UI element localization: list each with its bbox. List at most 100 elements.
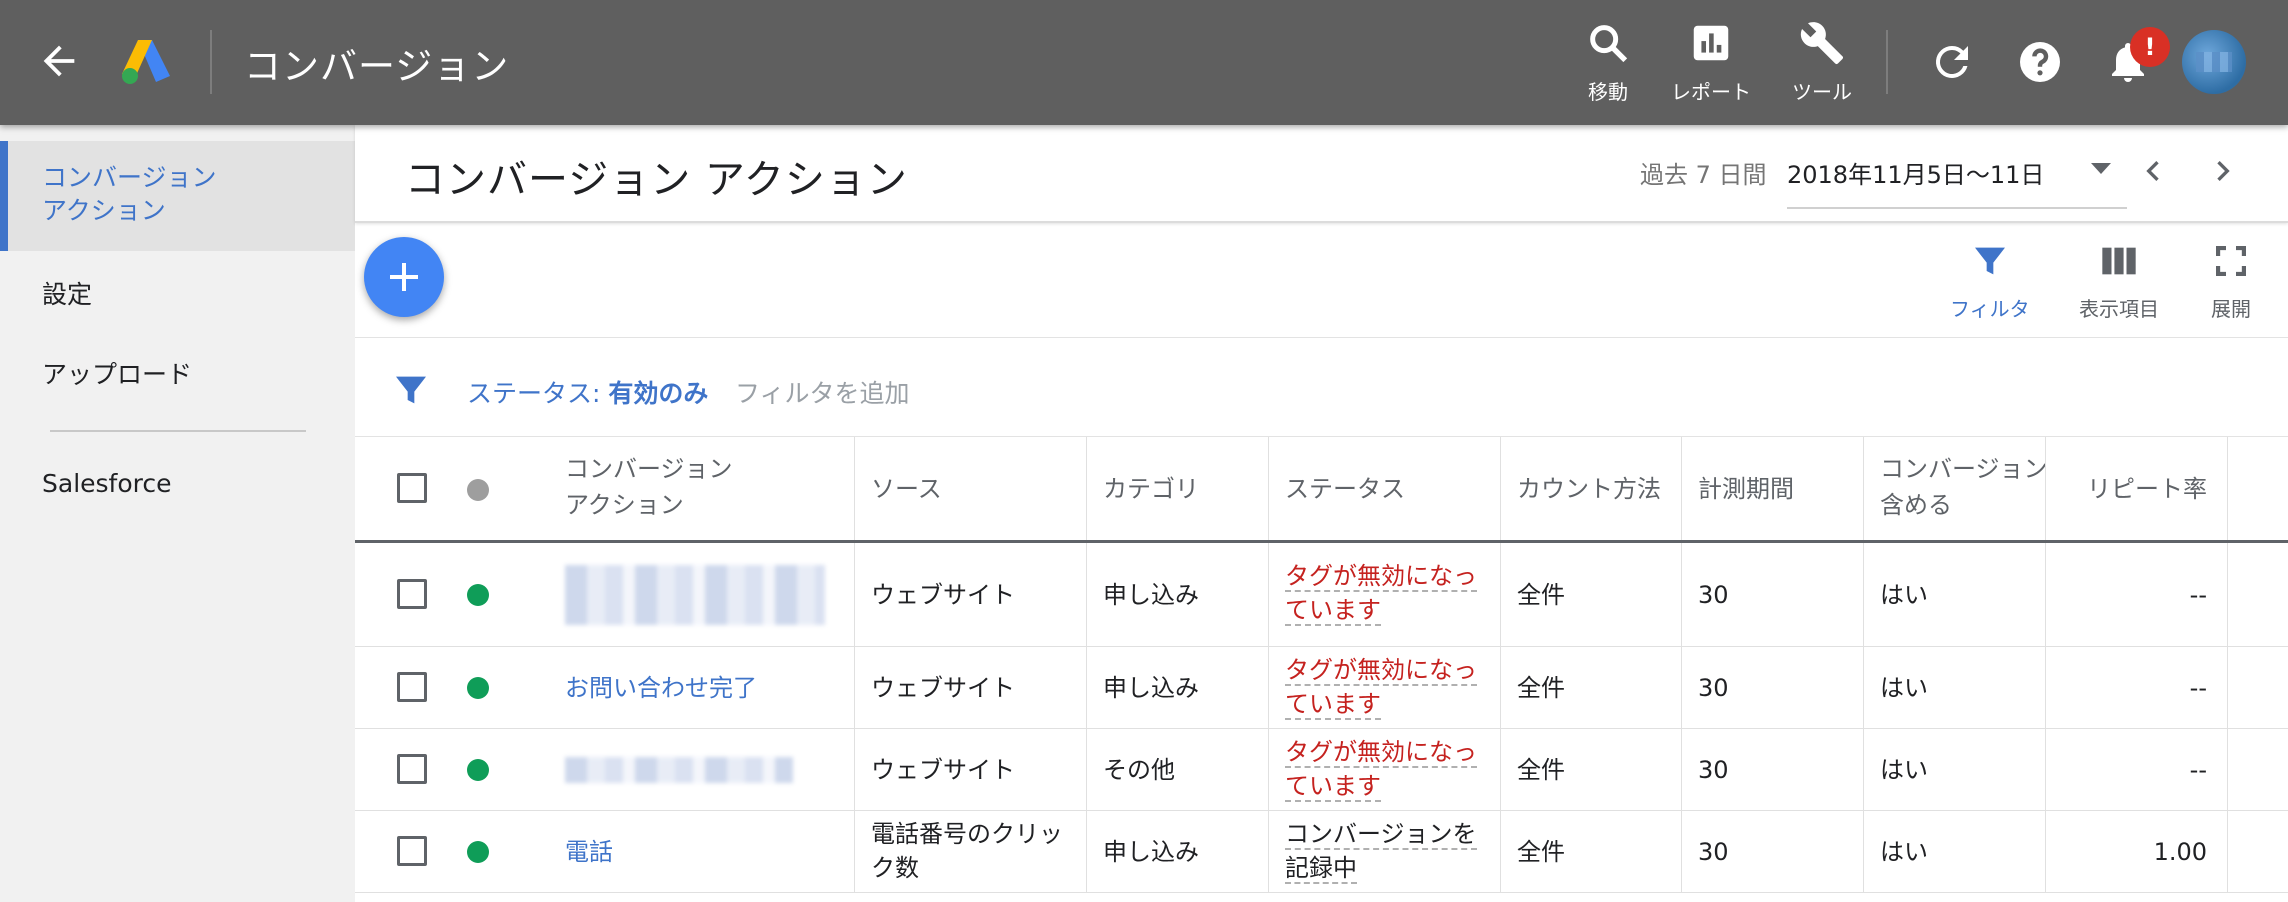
sidebar-item-label: Salesforce [42,469,172,498]
include-cell: はい [1864,543,2046,646]
report-button[interactable]: レポート [1651,20,1771,105]
fullscreen-icon [2216,246,2246,276]
table-row: ウェブサイト 申し込み タグが無効になっ ています 全件 30 はい -- [355,543,2288,647]
period-cell: 30 [1682,647,1864,728]
add-conversion-button[interactable] [364,237,444,317]
sidebar-item-conversion-actions[interactable]: コンバージョン アクション [0,141,355,251]
sidebar-item-settings[interactable]: 設定 [0,275,355,311]
appbar-divider [1886,30,1888,94]
help-icon[interactable] [2016,38,2064,86]
app-bar: コンバージョン 移動 レポート ツール ! [0,0,2288,125]
status-filter-prefix: ステータス: [467,379,601,408]
tools-label: ツール [1792,80,1852,104]
column-header-count[interactable]: カウント方法 [1501,437,1682,540]
page-title: コンバージョン アクション [405,157,908,203]
filter-label: フィルタ [1950,297,2030,321]
columns-label: 表示項目 [2079,297,2159,321]
column-header-period[interactable]: 計測期間 [1682,437,1864,540]
date-range-label: 過去 7 日間 [1640,161,1767,189]
redacted-text [565,564,825,625]
source-cell: ウェブサイト [855,729,1087,810]
sidebar-item-label: 設定 [42,280,93,309]
repeat-cell: 1.00 [2046,811,2228,892]
app-title: コンバージョン [244,45,510,88]
row-checkbox[interactable] [397,754,427,784]
count-cell: 全件 [1501,647,1682,728]
goto-label: 移動 [1588,80,1628,104]
status-cell[interactable]: コンバージョンを 記録中 [1269,811,1501,892]
sidebar-item-salesforce[interactable]: Salesforce [0,469,355,498]
conversion-action-link[interactable] [549,543,855,646]
filter-toolbar-button[interactable]: フィルタ [1950,241,2030,322]
column-header-repeat[interactable]: リピート率 [2046,437,2228,540]
filter-icon [1974,247,2005,275]
source-cell: ウェブサイト [855,543,1087,646]
include-cell: はい [1864,811,2046,892]
column-header-category[interactable]: カテゴリ [1087,437,1269,540]
page-header: コンバージョン アクション 過去 7 日間 2018年11月5日〜11日 [355,125,2288,223]
report-icon [1693,25,1729,61]
repeat-cell: -- [2046,647,2228,728]
expand-toolbar-button[interactable]: 展開 [2211,241,2251,322]
expand-label: 展開 [2211,297,2251,321]
column-header-source[interactable]: ソース [855,437,1087,540]
conversion-action-link[interactable]: お問い合わせ完了 [549,647,855,728]
chevron-down-icon[interactable] [2091,163,2111,174]
appbar-divider [210,30,212,94]
google-ads-logo-icon[interactable] [118,36,174,86]
table-row: ウェブサイト その他 タグが無効になっ ています 全件 30 はい -- [355,729,2288,811]
sidebar: コンバージョン アクション 設定 アップロード Salesforce [0,125,355,902]
report-label: レポート [1671,80,1751,104]
category-cell: その他 [1087,729,1269,810]
category-cell: 申し込み [1087,543,1269,646]
table-row: お問い合わせ完了 ウェブサイト 申し込み タグが無効になっ ています 全件 30… [355,647,2288,729]
conversion-action-link[interactable]: 電話 [549,811,855,892]
status-cell[interactable]: タグが無効になっ ています [1269,729,1501,810]
table-header: コンバージョン アクション ソース カテゴリ ステータス カウント方法 計測期間… [355,437,2288,543]
date-range-select[interactable]: 2018年11月5日〜11日 [1787,155,2044,190]
main-content: コンバージョン アクション 過去 7 日間 2018年11月5日〜11日 フィル… [355,125,2288,902]
select-all-checkbox[interactable] [397,473,427,503]
category-cell: 申し込み [1087,811,1269,892]
columns-icon [2102,247,2136,275]
chevron-right-icon[interactable] [2203,151,2243,191]
date-range-underline [1787,207,2127,209]
columns-toolbar-button[interactable]: 表示項目 [2079,241,2159,322]
tools-button[interactable]: ツール [1762,20,1882,105]
row-checkbox[interactable] [397,836,427,866]
filter-icon[interactable] [391,370,431,410]
include-cell: はい [1864,647,2046,728]
search-icon [1590,25,1628,63]
row-checkbox[interactable] [397,672,427,702]
period-cell: 30 [1682,543,1864,646]
table-row: 電話 電話番号のクリッ ク数 申し込み コンバージョンを 記録中 全件 30 は… [355,811,2288,893]
status-cell[interactable]: タグが無効になっ ています [1269,543,1501,646]
back-arrow-icon[interactable] [36,38,82,84]
add-filter-link[interactable]: フィルタを追加 [735,374,910,410]
redacted-text [565,756,793,783]
count-cell: 全件 [1501,811,1682,892]
goto-button[interactable]: 移動 [1548,20,1668,105]
sidebar-item-label: アクション [42,196,166,225]
count-cell: 全件 [1501,729,1682,810]
chevron-left-icon[interactable] [2133,151,2173,191]
avatar[interactable] [2182,30,2246,94]
status-dot-active [467,677,489,699]
status-dot-active [467,759,489,781]
count-cell: 全件 [1501,543,1682,646]
status-filter-chip[interactable]: ステータス: 有効のみ [467,374,708,410]
sidebar-item-upload[interactable]: アップロード [0,355,355,391]
column-header-status[interactable]: ステータス [1269,437,1501,540]
refresh-icon[interactable] [1928,38,1976,86]
include-cell: はい [1864,729,2046,810]
notification-badge: ! [2130,27,2170,67]
status-cell[interactable]: タグが無効になっ ています [1269,647,1501,728]
filter-bar: ステータス: 有効のみ フィルタを追加 [355,337,2288,437]
conversion-action-link[interactable] [549,729,855,810]
row-checkbox[interactable] [397,579,427,609]
category-cell: 申し込み [1087,647,1269,728]
wrench-icon [1800,22,1844,65]
column-header-action[interactable]: コンバージョン アクション [549,437,855,540]
column-header-include[interactable]: コンバージョン 含める [1864,437,2046,540]
period-cell: 30 [1682,811,1864,892]
